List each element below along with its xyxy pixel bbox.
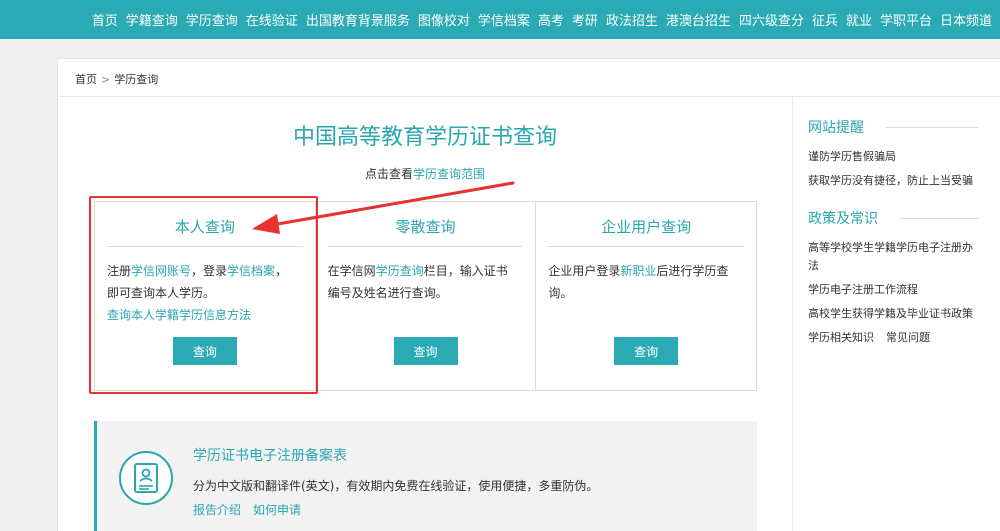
top-nav-list: 首页 学籍查询 学历查询 在线验证 出国教育背景服务 图像校对 学信档案 高考 … bbox=[84, 0, 992, 39]
nav-item-japan-channel[interactable]: 日本频道 bbox=[940, 10, 992, 29]
heading-line bbox=[900, 218, 978, 219]
top-navigation-bar: 首页 学籍查询 学历查询 在线验证 出国教育背景服务 图像校对 学信档案 高考 … bbox=[0, 0, 1000, 39]
nav-item-overseas-education[interactable]: 出国教育背景服务 bbox=[306, 10, 410, 29]
card-description: 注册学信网账号，登录学信档案，即可查询本人学历。 查询本人学籍学历信息方法 bbox=[107, 260, 299, 326]
nav-item-online-verify[interactable]: 在线验证 bbox=[246, 10, 298, 29]
nav-item-career-platform[interactable]: 学职平台 bbox=[880, 10, 932, 29]
card-description: 在学信网学历查询栏目，输入证书编号及姓名进行查询。 bbox=[328, 260, 520, 304]
nav-item-image-proofread[interactable]: 图像校对 bbox=[418, 10, 470, 29]
chsi-archive-link[interactable]: 学信档案 bbox=[227, 264, 275, 278]
nav-item-student-status[interactable]: 学籍查询 bbox=[126, 10, 178, 29]
nav-item-cet-score[interactable]: 四六级查分 bbox=[739, 10, 804, 29]
sidebar-heading-text: 政策及常识 bbox=[808, 211, 878, 227]
self-query-button[interactable]: 查询 bbox=[172, 337, 237, 365]
notice-item[interactable]: 谨防学历售假骗局 bbox=[808, 148, 978, 166]
new-career-link[interactable]: 新职业 bbox=[620, 264, 656, 278]
card-description: 企业用户登录新职业后进行学历查询。 bbox=[548, 260, 740, 304]
degree-query-link[interactable]: 学历查询 bbox=[376, 264, 424, 278]
nav-item-conscription[interactable]: 征兵 bbox=[812, 10, 838, 29]
card-self-query: 本人查询 注册学信网账号，登录学信档案，即可查询本人学历。 查询本人学籍学历信息… bbox=[95, 202, 316, 390]
card-text: ，登录 bbox=[191, 264, 228, 278]
breadcrumb-separator: > bbox=[101, 73, 111, 86]
policy-inline-row: 学历相关知识 常见问题 bbox=[808, 329, 978, 347]
card-enterprise-query: 企业用户查询 企业用户登录新职业后进行学历查询。 查询 bbox=[536, 202, 756, 390]
self-query-method-link[interactable]: 查询本人学籍学历信息方法 bbox=[107, 308, 251, 322]
card-title: 零散查询 bbox=[327, 216, 524, 247]
nav-item-kaoyan[interactable]: 考研 bbox=[572, 10, 598, 29]
chsi-account-link[interactable]: 学信网账号 bbox=[131, 264, 191, 278]
card-title: 企业用户查询 bbox=[548, 216, 745, 247]
filing-description: 分为中文版和翻译件(英文)，有效期内免费在线验证，使用便捷，多重防伪。 bbox=[193, 479, 599, 493]
nav-item-archive[interactable]: 学信档案 bbox=[478, 10, 530, 29]
faq-link[interactable]: 常见问题 bbox=[886, 331, 930, 344]
notice-item[interactable]: 获取学历没有捷径，防止上当受骗 bbox=[808, 172, 978, 190]
enterprise-query-button[interactable]: 查询 bbox=[614, 337, 679, 365]
individual-query-button[interactable]: 查询 bbox=[393, 337, 458, 365]
nav-item-gaokao[interactable]: 高考 bbox=[538, 10, 564, 29]
breadcrumb-home[interactable]: 首页 bbox=[75, 73, 97, 86]
filing-links: 报告介绍 如何申请 bbox=[193, 501, 313, 518]
scope-link[interactable]: 学历查询范围 bbox=[413, 167, 485, 181]
nav-item-degree-query[interactable]: 学历查询 bbox=[186, 10, 238, 29]
policy-item[interactable]: 高校学生获得学籍及毕业证书政策 bbox=[808, 305, 978, 323]
certificate-icon bbox=[119, 451, 173, 505]
nav-item-hmt-enrollment[interactable]: 港澳台招生 bbox=[666, 10, 731, 29]
query-scope-line: 点击查看学历查询范围 bbox=[58, 165, 792, 182]
how-to-apply-link[interactable]: 如何申请 bbox=[253, 503, 301, 517]
heading-line bbox=[886, 127, 978, 128]
breadcrumb: 首页 > 学历查询 bbox=[75, 71, 158, 87]
sidebar-heading: 政策及常识 bbox=[808, 208, 978, 230]
policy-list: 高等学校学生学籍学历电子注册办法 学历电子注册工作流程 高校学生获得学籍及毕业证… bbox=[808, 239, 978, 347]
nav-item-home[interactable]: 首页 bbox=[92, 10, 118, 29]
breadcrumb-divider bbox=[58, 96, 1000, 97]
policy-item[interactable]: 高等学校学生学籍学历电子注册办法 bbox=[808, 239, 978, 275]
sidebar-notice-section: 网站提醒 谨防学历售假骗局 获取学历没有捷径，防止上当受骗 bbox=[808, 117, 978, 196]
nav-item-law-enrollment[interactable]: 政法招生 bbox=[606, 10, 658, 29]
query-cards: 本人查询 注册学信网账号，登录学信档案，即可查询本人学历。 查询本人学籍学历信息… bbox=[94, 201, 757, 391]
sidebar-heading: 网站提醒 bbox=[808, 117, 978, 139]
card-text: 在学信网 bbox=[327, 264, 376, 278]
page-title: 中国高等教育学历证书查询 bbox=[292, 125, 557, 150]
policy-item[interactable]: 学历电子注册工作流程 bbox=[808, 281, 978, 299]
electronic-filing-section: 学历证书电子注册备案表 分为中文版和翻译件(英文)，有效期内免费在线验证，使用便… bbox=[94, 421, 757, 531]
card-title: 本人查询 bbox=[107, 216, 303, 247]
card-text: 企业用户登录 bbox=[548, 264, 621, 278]
breadcrumb-current: 学历查询 bbox=[114, 73, 159, 86]
sidebar-heading-text: 网站提醒 bbox=[808, 120, 864, 136]
report-intro-link[interactable]: 报告介绍 bbox=[193, 503, 241, 517]
card-text: 注册 bbox=[107, 264, 132, 278]
notice-list: 谨防学历售假骗局 获取学历没有捷径，防止上当受骗 bbox=[808, 148, 978, 190]
nav-item-employment[interactable]: 就业 bbox=[846, 10, 872, 29]
sidebar-policy-section: 政策及常识 高等学校学生学籍学历电子注册办法 学历电子注册工作流程 高校学生获得… bbox=[808, 208, 978, 353]
sidebar-divider bbox=[792, 97, 793, 531]
degree-knowledge-link[interactable]: 学历相关知识 bbox=[808, 331, 874, 344]
filing-title[interactable]: 学历证书电子注册备案表 bbox=[193, 445, 347, 465]
card-individual-query: 零散查询 在学信网学历查询栏目，输入证书编号及姓名进行查询。 查询 bbox=[316, 202, 537, 390]
scope-prefix: 点击查看 bbox=[364, 167, 413, 181]
